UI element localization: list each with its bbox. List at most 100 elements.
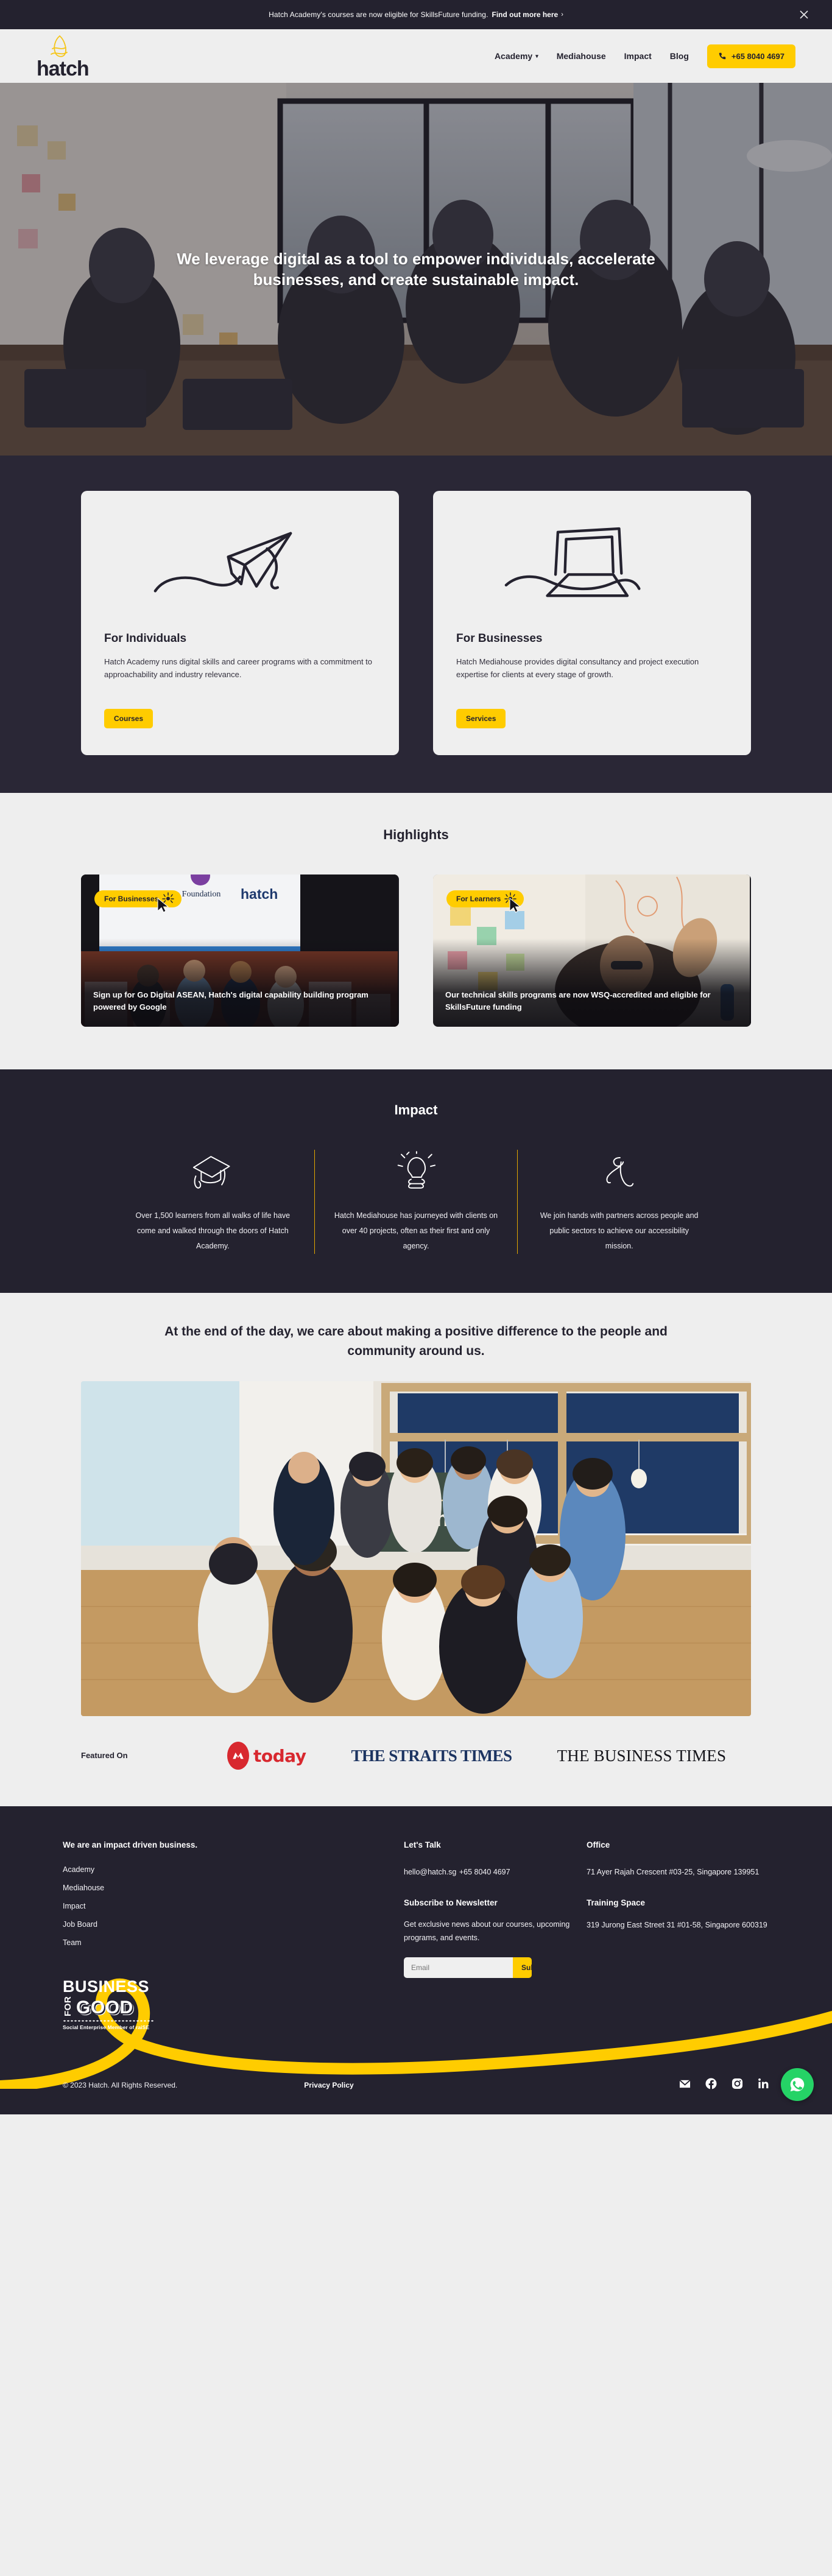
footer-link-impact[interactable]: Impact <box>63 1902 404 1910</box>
site-footer: We are an impact driven business. Academ… <box>0 1806 832 2114</box>
phone-button[interactable]: +65 8040 4697 <box>707 44 795 68</box>
bfg-line4: Social Enterprise Member of raiSE <box>63 2024 150 2030</box>
footer-link-job-board[interactable]: Job Board <box>63 1920 404 1929</box>
impact-column-text: Hatch Mediahouse has journeyed with clie… <box>334 1211 498 1250</box>
highlight-gradient <box>433 938 751 1027</box>
offering-cards: For Individuals Hatch Academy runs digit… <box>81 491 751 755</box>
nav-item-mediahouse[interactable]: Mediahouse <box>557 51 606 61</box>
phone-icon <box>718 52 727 60</box>
email-input[interactable] <box>404 1957 513 1978</box>
highlight-card-learners[interactable]: For Learners Our technical skills progra… <box>433 875 751 1027</box>
impact-column-learners: Over 1,500 learners from all walks of li… <box>111 1150 314 1254</box>
nav-item-academy[interactable]: Academy ▾ <box>495 51 538 61</box>
chevron-right-icon: › <box>561 11 563 18</box>
straits-times-logo: THE STRAITS TIMES <box>351 1746 512 1765</box>
highlights-section: Highlights The Asia Foundation hatch For… <box>0 793 832 1069</box>
offering-card-individuals: For Individuals Hatch Academy runs digit… <box>81 491 399 755</box>
whatsapp-icon[interactable] <box>781 2068 814 2101</box>
community-section: At the end of the day, we care about mak… <box>0 1293 832 1806</box>
newsletter-form: Submit <box>404 1957 532 1978</box>
offering-card-body: Hatch Mediahouse provides digital consul… <box>456 657 699 680</box>
announcement-link[interactable]: Find out more here <box>492 10 559 19</box>
footer-link-team[interactable]: Team <box>63 1938 404 1947</box>
impact-column-text: Over 1,500 learners from all walks of li… <box>135 1211 291 1250</box>
highlight-caption: Our technical skills programs are now WS… <box>445 990 711 1012</box>
close-icon[interactable] <box>798 9 810 21</box>
offering-card-title: For Businesses <box>456 632 543 645</box>
footer-link-academy[interactable]: Academy <box>63 1865 404 1874</box>
footer-tagline: We are an impact driven business. <box>63 1840 198 1849</box>
highlight-card-businesses[interactable]: The Asia Foundation hatch For Businesses… <box>81 875 399 1027</box>
cursor-icon <box>157 897 170 913</box>
footer-phone[interactable]: +65 8040 4697 <box>459 1868 510 1876</box>
submit-button[interactable]: Submit <box>513 1957 532 1978</box>
lets-talk-heading: Let's Talk <box>404 1840 441 1849</box>
facebook-icon[interactable] <box>705 2078 717 2092</box>
impact-column-text: We join hands with partners across peopl… <box>540 1211 699 1250</box>
announcement-bar: Hatch Academy's courses are now eligible… <box>0 0 832 29</box>
footer-columns: We are an impact driven business. Academ… <box>63 1840 769 1978</box>
bfg-row2: FOR GOOD <box>63 1994 154 2018</box>
highlights-title: Highlights <box>383 827 449 842</box>
cursor-icon <box>509 897 522 913</box>
nav-item-impact[interactable]: Impact <box>624 51 652 61</box>
impact-section: Impact Over 1,500 learners from all walk… <box>0 1069 832 1293</box>
impact-column-partners: We join hands with partners across peopl… <box>517 1150 721 1254</box>
training-space-address: 319 Jurong East Street 31 #01-58, Singap… <box>587 1920 767 1929</box>
footer-email[interactable]: hello@hatch.sg <box>404 1868 456 1876</box>
bfg-dotted-divider <box>63 2020 154 2022</box>
footer-link-mediahouse[interactable]: Mediahouse <box>63 1884 404 1892</box>
courses-button[interactable]: Courses <box>104 709 153 728</box>
hero-title: We leverage digital as a tool to empower… <box>177 249 655 289</box>
social-links <box>679 2078 769 2092</box>
offering-card-body: Hatch Academy runs digital skills and ca… <box>104 657 373 680</box>
featured-on: Featured On today THE STRAITS TIMES THE … <box>81 1742 751 1806</box>
hatch-wordmark: hatch <box>37 57 90 80</box>
copyright-text: © 2023 Hatch. All Rights Reserved. <box>63 2081 178 2089</box>
nav-item-academy-label: Academy <box>494 51 533 61</box>
highlight-cards: The Asia Foundation hatch For Businesses… <box>81 875 751 1027</box>
office-heading: Office <box>587 1840 610 1849</box>
footer-column-links: We are an impact driven business. Academ… <box>63 1840 404 1978</box>
business-for-good-badge: BUSINESS FOR GOOD Social Enterprise Memb… <box>63 1979 154 2030</box>
today-mark-icon <box>227 1742 249 1770</box>
impact-title: Impact <box>394 1102 438 1117</box>
featured-on-label: Featured On <box>81 1750 128 1760</box>
phone-button-label: +65 8040 4697 <box>731 51 784 61</box>
privacy-policy-link[interactable]: Privacy Policy <box>304 2081 353 2089</box>
announcement-text: Hatch Academy's courses are now eligible… <box>269 10 488 19</box>
graduation-cap-icon <box>188 1150 237 1195</box>
page-root: Hatch Academy's courses are now eligible… <box>0 0 832 2114</box>
today-logo: today <box>227 1742 306 1770</box>
highlight-caption: Sign up for Go Digital ASEAN, Hatch's di… <box>93 990 368 1012</box>
services-button[interactable]: Services <box>456 709 506 728</box>
bfg-line1: BUSINESS <box>63 1977 150 1996</box>
mail-icon[interactable] <box>679 2078 691 2092</box>
impact-column-projects: Hatch Mediahouse has journeyed with clie… <box>314 1150 518 1254</box>
footer-column-addresses: Office 71 Ayer Rajah Crescent #03-25, Si… <box>587 1840 769 1978</box>
office-address: 71 Ayer Rajah Crescent #03-25, Singapore… <box>587 1868 760 1876</box>
business-times-logo: THE BUSINESS TIMES <box>557 1746 727 1765</box>
laptop-icon <box>456 513 728 616</box>
nav-item-blog[interactable]: Blog <box>670 51 689 61</box>
bfg-line3: GOOD <box>76 1997 133 2018</box>
instagram-icon[interactable] <box>732 2078 743 2092</box>
offering-card-businesses: For Businesses Hatch Mediahouse provides… <box>433 491 751 755</box>
nav-links: Academy ▾ Mediahouse Impact Blog +65 804… <box>495 44 795 68</box>
hatch-logo[interactable]: hatch <box>37 34 90 80</box>
community-heading: At the end of the day, we care about mak… <box>164 1325 668 1358</box>
footer-column-contact: Let's Talk hello@hatch.sg +65 8040 4697 … <box>404 1840 587 1978</box>
newsletter-heading: Subscribe to Newsletter <box>404 1898 498 1907</box>
highlight-gradient <box>81 938 399 1027</box>
community-photo: hatch <box>81 1381 751 1716</box>
hero-section: We leverage digital as a tool to empower… <box>0 83 832 456</box>
training-space-heading: Training Space <box>587 1898 646 1907</box>
featured-logos: today THE STRAITS TIMES THE BUSINESS TIM… <box>227 1742 726 1770</box>
linkedin-icon[interactable] <box>758 2078 769 2092</box>
highlight-tag-label: For Businesses <box>104 895 159 903</box>
today-wordmark: today <box>253 1745 306 1766</box>
paper-plane-icon <box>104 513 376 616</box>
impact-columns: Over 1,500 learners from all walks of li… <box>111 1150 721 1254</box>
offerings-section: For Individuals Hatch Academy runs digit… <box>0 456 832 793</box>
main-navigation: hatch Academy ▾ Mediahouse Impact Blog +… <box>0 29 832 83</box>
